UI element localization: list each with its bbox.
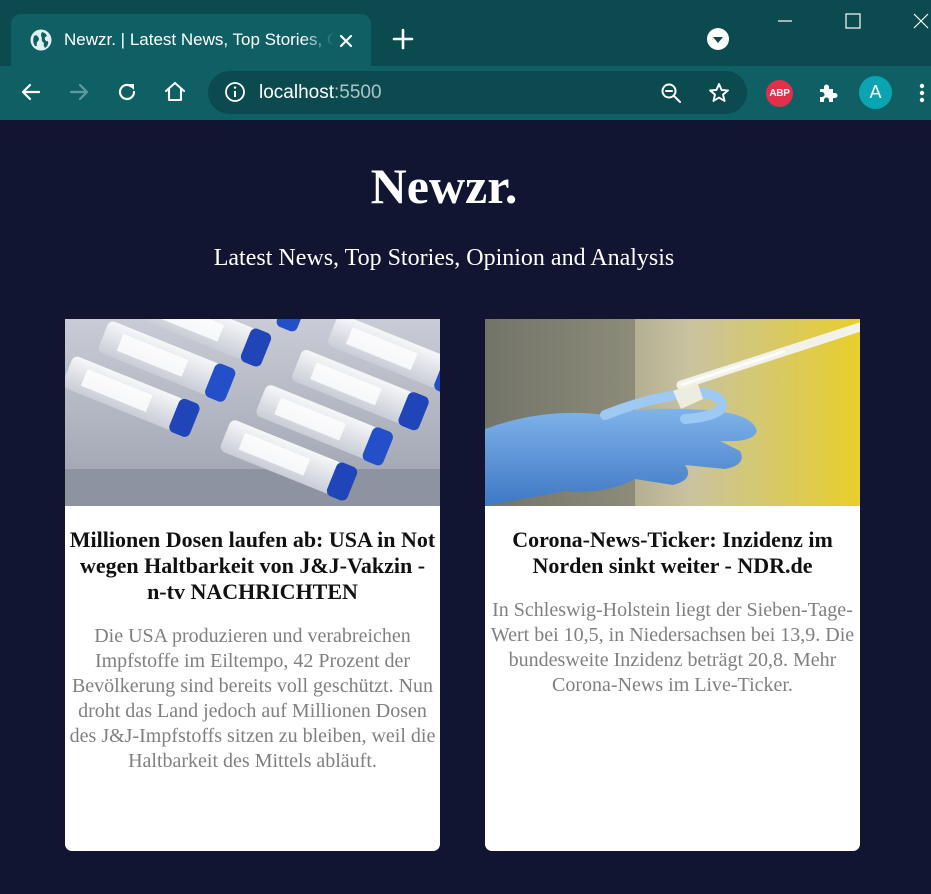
browser-titlebar: Newzr. | Latest News, Top Stories, Opini… — [0, 0, 931, 66]
extensions-puzzle-icon[interactable] — [815, 80, 841, 106]
window-close-icon[interactable] — [910, 10, 931, 32]
zoom-out-icon[interactable] — [659, 81, 683, 105]
new-tab-icon[interactable] — [390, 26, 416, 52]
adblock-extension-icon[interactable]: ABP — [766, 80, 793, 107]
card-headline[interactable]: Corona-News-Ticker: Inzidenz im Norden s… — [489, 527, 856, 579]
browser-toolbar: localhost:5500 ABP A — [0, 66, 931, 120]
close-tab-icon[interactable] — [335, 30, 357, 52]
minimize-icon[interactable] — [774, 10, 796, 32]
url-text[interactable]: localhost:5500 — [259, 80, 382, 106]
forward-icon[interactable] — [66, 79, 92, 105]
news-card[interactable]: Corona-News-Ticker: Inzidenz im Norden s… — [485, 319, 860, 851]
maximize-icon[interactable] — [842, 10, 864, 32]
site-title: Newzr. — [370, 158, 518, 214]
reload-icon[interactable] — [114, 79, 140, 105]
kebab-menu-icon[interactable] — [912, 80, 931, 106]
profile-avatar[interactable]: A — [859, 76, 892, 109]
bookmark-star-icon[interactable] — [707, 81, 731, 105]
browser-tab[interactable]: Newzr. | Latest News, Top Stories, Opini… — [11, 14, 371, 66]
tab-title: Newzr. | Latest News, Top Stories, Opini… — [64, 30, 334, 49]
card-description: In Schleswig-Holstein liegt der Sieben-T… — [490, 599, 855, 696]
site-info-icon[interactable] — [224, 81, 246, 103]
url-host: localhost — [259, 82, 334, 103]
site-subtitle: Latest News, Top Stories, Opinion and An… — [213, 245, 675, 271]
page-content: Newzr. Latest News, Top Stories, Opinion… — [0, 120, 931, 894]
lab-glove-pipette-image — [485, 319, 860, 506]
tab-search-icon[interactable] — [706, 27, 730, 51]
news-card[interactable]: Millionen Dosen laufen ab: USA in Not we… — [65, 319, 440, 851]
globe-icon — [30, 29, 52, 51]
card-description: Die USA produzieren und verabreichen Imp… — [69, 625, 436, 772]
address-bar[interactable]: localhost:5500 — [208, 71, 747, 114]
card-headline[interactable]: Millionen Dosen laufen ab: USA in Not we… — [69, 527, 436, 605]
back-icon[interactable] — [18, 79, 44, 105]
home-icon[interactable] — [162, 79, 188, 105]
vaccine-vials-image — [65, 319, 440, 506]
url-port: :5500 — [334, 82, 382, 103]
